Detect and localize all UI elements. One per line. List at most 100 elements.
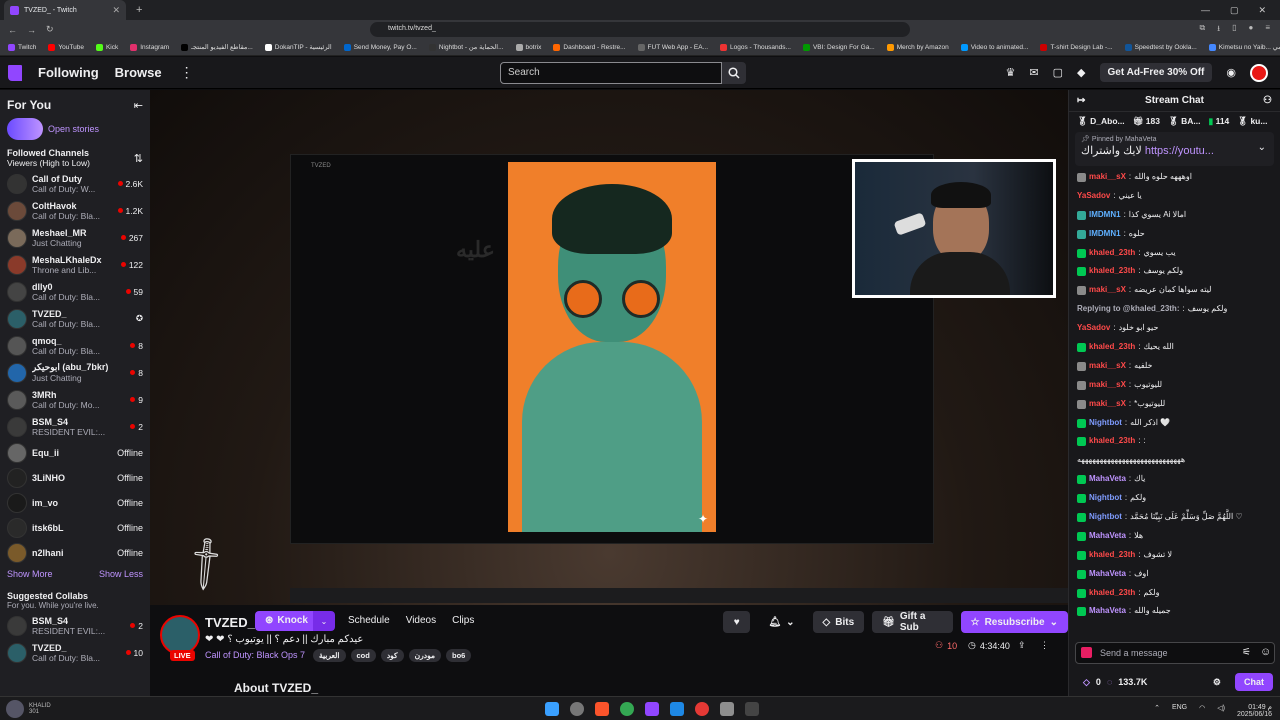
channel-row[interactable]: 3LiNHO Offline: [0, 465, 150, 490]
app-icon[interactable]: [745, 702, 759, 716]
more-menu-icon[interactable]: ⋮: [180, 64, 194, 81]
chat-message[interactable]: MahaVeta: اوف: [1077, 565, 1272, 584]
channel-row[interactable]: im_vo Offline: [0, 490, 150, 515]
chat-username[interactable]: MahaVeta: [1089, 602, 1126, 621]
chat-username[interactable]: khaled_23th: [1089, 546, 1135, 565]
knock-button[interactable]: ⊛ Knock: [255, 611, 318, 631]
maximize-icon[interactable]: ▢: [1230, 5, 1239, 16]
chat-message[interactable]: khaled_23th: لا تشوف: [1077, 546, 1272, 565]
chat-message[interactable]: Nightbot: اذكر الله 🤍: [1077, 414, 1272, 433]
chat-message[interactable]: maki__sX: ليته سواها كمان عريضه: [1077, 281, 1272, 300]
chat-username[interactable]: IMDMN1: [1089, 206, 1121, 225]
chat-username[interactable]: Nightbot: [1089, 508, 1122, 527]
bookmark-item[interactable]: botrix: [515, 43, 541, 51]
chat-username[interactable]: khaled_23th: [1089, 338, 1135, 357]
channel-name[interactable]: TVZED_: [205, 615, 255, 630]
bookmark-item[interactable]: YouTube: [48, 43, 84, 51]
leader-entry[interactable]: 🏅︎ ku...: [1237, 116, 1267, 127]
chat-username[interactable]: maki__sX: [1089, 376, 1126, 395]
bookmark-item[interactable]: Twitch: [8, 43, 36, 51]
bookmark-item[interactable]: Dashboard - Restre...: [553, 43, 626, 51]
collapse-chat-icon[interactable]: ↦: [1077, 95, 1085, 106]
channel-row[interactable]: Meshael_MR Just Chatting 267: [0, 224, 150, 251]
whispers-icon[interactable]: ▢: [1053, 66, 1063, 79]
bookmark-item[interactable]: FUT Web App - EA...: [637, 43, 708, 51]
profile-icon[interactable]: ●: [1248, 23, 1253, 37]
channel-row[interactable]: Call of Duty Call of Duty: W... 2.6K: [0, 170, 150, 197]
bookmark-item[interactable]: Kick: [95, 43, 118, 51]
schedule-tab[interactable]: Schedule: [348, 615, 390, 626]
bookmark-item[interactable]: Instagram: [130, 43, 169, 51]
clips-tab[interactable]: Clips: [452, 615, 474, 626]
channel-row[interactable]: MeshaLKhaleDx Throne and Lib... 122: [0, 251, 150, 278]
url-field[interactable]: twitch.tv/tvzed_: [370, 22, 910, 37]
channel-row[interactable]: ColtHavok Call of Duty: Bla... 1.2K: [0, 197, 150, 224]
suggested-channel-row[interactable]: BSM_S4 RESIDENT EVIL:... 2: [0, 612, 150, 639]
chat-settings-icon[interactable]: ⚙: [1213, 677, 1221, 688]
bookmark-item[interactable]: Logos - Thousands...: [720, 43, 791, 51]
app-icon[interactable]: [695, 702, 709, 716]
following-link[interactable]: Following: [38, 65, 99, 80]
chevron-down-icon[interactable]: ⌄: [1258, 142, 1266, 153]
open-stories-link[interactable]: Open stories: [48, 124, 99, 134]
voice-off-icon[interactable]: ⚟: [1242, 647, 1251, 658]
chat-username[interactable]: Replying to @khaled_23th:: [1077, 300, 1179, 319]
chat-username[interactable]: maki__sX: [1089, 281, 1126, 300]
bookmark-item[interactable]: Speedtest by Ookla...: [1124, 43, 1197, 51]
pinned-link[interactable]: https://youtu...: [1145, 145, 1214, 157]
chat-username[interactable]: khaled_23th: [1089, 244, 1135, 263]
channel-row[interactable]: qmoq_ Call of Duty: Bla... 8: [0, 332, 150, 359]
taskbar-search-icon[interactable]: [570, 702, 584, 716]
community-icon[interactable]: ⚇: [1263, 95, 1272, 106]
pinned-message[interactable]: 📌︎ Pinned by MahaVeta لايك واشتراك https…: [1075, 132, 1274, 166]
sidebar-icon[interactable]: ▯: [1232, 23, 1236, 37]
notification-icon[interactable]: ◉: [1226, 66, 1236, 79]
new-tab-icon[interactable]: +: [136, 4, 142, 16]
windows-start-icon[interactable]: [545, 702, 559, 716]
chat-username[interactable]: MahaVeta: [1089, 527, 1126, 546]
chat-message[interactable]: khaled_23th: ولكم: [1077, 584, 1272, 603]
show-more-link[interactable]: Show More: [7, 569, 53, 579]
bookmark-item[interactable]: Video to animated...: [960, 43, 1028, 51]
chat-message[interactable]: maki__sX: اوهههه حلوه والله: [1077, 168, 1272, 187]
chat-username[interactable]: MahaVeta: [1089, 565, 1126, 584]
close-window-icon[interactable]: ✕: [1258, 5, 1266, 16]
bits-icon[interactable]: ◆: [1077, 66, 1085, 79]
leader-entry[interactable]: 🏅︎ D_Abo...: [1077, 116, 1125, 127]
share-icon[interactable]: ⇪: [1018, 640, 1026, 651]
videos-tab[interactable]: Videos: [406, 615, 436, 626]
wifi-icon[interactable]: ◠: [1199, 704, 1205, 718]
get-ad-free-button[interactable]: Get Ad-Free 30% Off: [1099, 63, 1213, 82]
extensions-icon[interactable]: ⧉: [1200, 23, 1206, 37]
leader-entry[interactable]: 🎁︎ 183: [1133, 116, 1160, 127]
browse-link[interactable]: Browse: [115, 65, 162, 80]
chat-message[interactable]: MahaVeta: ياك: [1077, 470, 1272, 489]
channel-points-icon[interactable]: ◌: [1107, 677, 1112, 687]
channel-avatar[interactable]: [160, 615, 200, 655]
app-icon[interactable]: [720, 702, 734, 716]
search-input[interactable]: Search: [500, 62, 722, 84]
tag-pill[interactable]: مودرن: [408, 649, 442, 662]
tag-pill[interactable]: العربية: [313, 649, 346, 662]
twitch-app-icon[interactable]: [645, 702, 659, 716]
chat-username[interactable]: MahaVeta: [1089, 470, 1126, 489]
chat-username[interactable]: khaled_23th: [1089, 262, 1135, 281]
tag-pill[interactable]: bo6: [446, 649, 472, 662]
chat-username[interactable]: IMDMN1: [1089, 225, 1121, 244]
brave-browser-icon[interactable]: [595, 702, 609, 716]
chat-message[interactable]: khaled_23th: الله يحيك: [1077, 338, 1272, 357]
prime-crown-icon[interactable]: ♛: [1006, 66, 1016, 79]
notifications-button[interactable]: 🔔︎ ⌄: [758, 611, 804, 633]
chat-message[interactable]: Nightbot: اللَّهُمَّ صَلِّ وَسَلِّمْ عَلَ…: [1077, 508, 1272, 527]
chat-username[interactable]: khaled_23th: [1089, 584, 1135, 603]
gift-sub-button[interactable]: 🎁︎ Gift a Sub: [872, 611, 953, 633]
chat-message[interactable]: maki__sX: لليوتيوب: [1077, 376, 1272, 395]
clock[interactable]: 01:49 م 2025/06/16: [1237, 704, 1272, 718]
inbox-icon[interactable]: ✉: [1029, 66, 1038, 79]
chat-message[interactable]: khaled_23th: يب يسوي: [1077, 244, 1272, 263]
channel-row[interactable]: 3MRh Call of Duty: Mo... 9: [0, 386, 150, 413]
search-button[interactable]: [722, 62, 746, 84]
collapse-sidebar-icon[interactable]: ⇤: [134, 99, 143, 112]
bookmark-item[interactable]: Merch by Amazon: [886, 43, 949, 51]
channel-row[interactable]: TVZED_ Call of Duty: Bla... ✪: [0, 305, 150, 332]
